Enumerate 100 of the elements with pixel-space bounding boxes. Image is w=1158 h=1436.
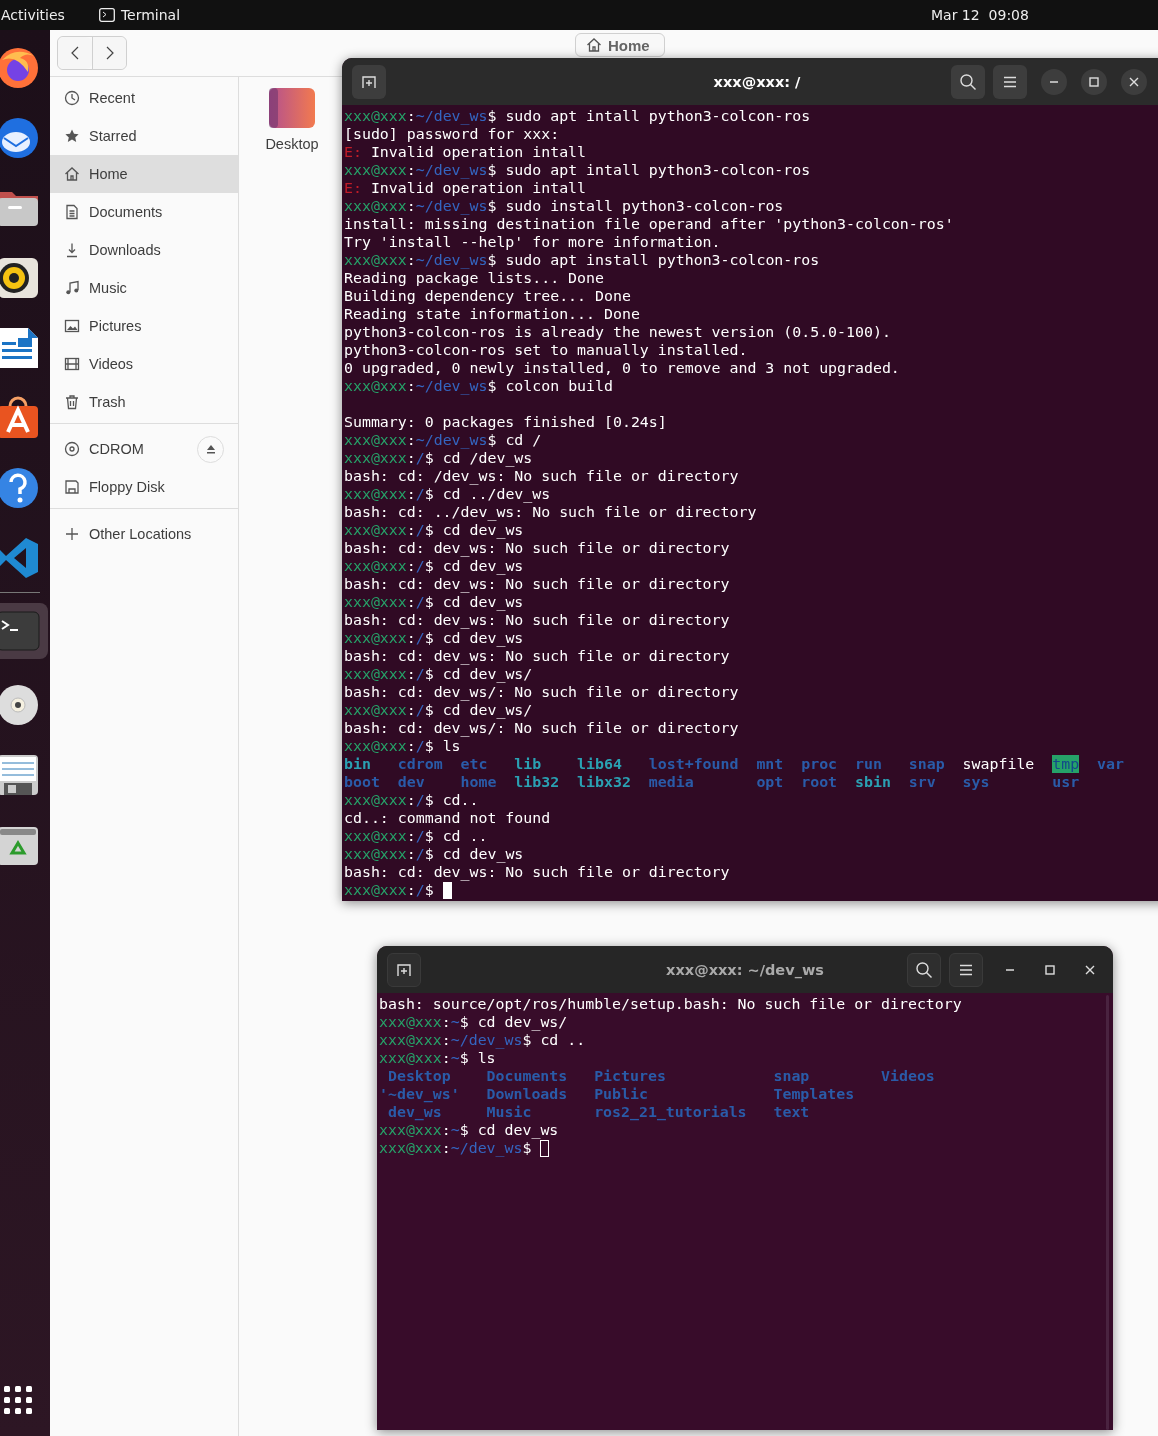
prompt-line: xxx@xxx:/$ [344, 881, 1158, 899]
file-name: swapfile [962, 755, 1035, 773]
new-tab-icon [361, 73, 377, 90]
house-icon [586, 37, 602, 53]
folder-item[interactable]: Desktop [261, 88, 323, 152]
output-line: [sudo] password for xxx: [344, 125, 561, 143]
sidebar-label: Home [89, 166, 128, 182]
film-icon [64, 356, 80, 372]
sidebar-item[interactable]: Downloads [50, 231, 238, 269]
output-line: bash: source/opt/ros/humble/setup.bash: No such file or directory [379, 995, 963, 1013]
file-name: snap [772, 1067, 811, 1085]
sidebar-label: Other Locations [89, 526, 192, 542]
sidebar-label: Videos [89, 356, 134, 372]
file-name: etc [460, 755, 489, 773]
search-icon [959, 72, 977, 91]
error-line: E: Invalid operation intall [344, 143, 588, 161]
sidebar-label: CDROM [89, 441, 144, 457]
download-icon [64, 242, 80, 258]
close-icon [1129, 76, 1139, 87]
file-name: opt [756, 773, 784, 791]
sidebar-label: Downloads [89, 242, 161, 258]
sidebar-item[interactable]: Music [50, 269, 238, 307]
file-name: dev [397, 773, 426, 791]
sidebar-item[interactable]: Starred [50, 117, 238, 155]
file-name: Downloads [485, 1085, 568, 1103]
output-line: install: missing destination file operand after 'python3-colcon-ros' [344, 215, 955, 233]
file-name: text [772, 1103, 811, 1121]
new-tab-button[interactable] [352, 64, 386, 99]
prompt-line: xxx@xxx:/$ cd .. [344, 827, 489, 845]
prompt-line: xxx@xxx:/$ cd ../dev_ws [344, 485, 552, 503]
sidebar-label: Floppy Disk [89, 479, 165, 495]
file-name: sbin [855, 773, 891, 791]
file-name: lib32 [514, 773, 560, 791]
close-button[interactable] [1121, 68, 1147, 95]
search-button[interactable] [951, 64, 985, 99]
new-tab-button[interactable] [387, 952, 421, 987]
prompt-line: xxx@xxx:~/dev_ws$ cd / [344, 431, 543, 449]
app-menu[interactable]: Terminal [98, 7, 181, 23]
maximize-button[interactable] [1081, 68, 1107, 95]
minimize-button[interactable] [1041, 68, 1067, 95]
plus-icon [64, 526, 80, 542]
file-name: proc [801, 755, 838, 773]
output-line: bash: cd: dev_ws/: No such file or directory [344, 683, 740, 701]
menu-button[interactable] [949, 952, 983, 987]
file-name: srv [908, 773, 937, 791]
file-name: '~dev_ws' [379, 1085, 460, 1103]
sidebar-item[interactable]: Trash [50, 383, 238, 421]
file-name: libx32 [577, 773, 631, 791]
file-name: Videos [880, 1067, 935, 1085]
output-line: Reading state information... Done [344, 305, 641, 323]
output-line: python3-colcon-ros set to manually installed. [344, 341, 749, 359]
window-title: xxx@xxx: ~/dev_ws [666, 961, 824, 978]
file-name: lib64 [577, 755, 623, 773]
file-name: bin [344, 755, 372, 773]
output-line: bash: cd: dev_ws: No such file or directory [344, 647, 731, 665]
sidebar-label: Trash [89, 394, 126, 410]
file-name: mnt [756, 755, 784, 773]
output-line: Building dependency tree... Done [344, 287, 632, 305]
output-line: bash: cd: /dev_ws: No such file or directory [344, 467, 740, 485]
bird-envelope-icon [0, 116, 40, 160]
file-name: run [855, 755, 883, 773]
prompt-line: xxx@xxx:~$ ls [379, 1049, 497, 1067]
forward-icon [104, 45, 115, 61]
prompt-line: xxx@xxx:~/dev_ws$ sudo apt install python3-colcon-ros [344, 251, 821, 269]
activities-button[interactable]: Activities [1, 7, 65, 23]
back-icon [70, 45, 80, 61]
file-name: root [801, 773, 838, 791]
house-icon [64, 166, 80, 182]
prompt-line: xxx@xxx:/$ cd.. [344, 791, 480, 809]
file-name: sys [962, 773, 991, 791]
menu-button[interactable] [993, 64, 1027, 99]
file-name: cdrom [397, 755, 443, 773]
output-line: bash: cd: ../dev_ws: No such file or directory [344, 503, 758, 521]
menu-icon [959, 963, 973, 976]
prompt-line: xxx@xxx:~/dev_ws$ [379, 1139, 1111, 1157]
code-editor-icon [0, 536, 40, 580]
file-name: snap [908, 755, 945, 773]
file-name: var [1097, 755, 1124, 773]
output-line: bash: cd: dev_ws: No such file or directory [344, 575, 731, 593]
sidebar-item[interactable]: Other Locations [50, 515, 238, 553]
path-button[interactable]: Home [575, 33, 665, 57]
sidebar-item[interactable]: Floppy Disk [50, 468, 238, 506]
window-title: xxx@xxx: / [713, 73, 801, 90]
help-icon [0, 466, 40, 510]
file-name: home [460, 773, 497, 791]
sidebar-item[interactable]: Pictures [50, 307, 238, 345]
sidebar-item[interactable]: CDROM [50, 430, 238, 468]
sidebar-item[interactable]: Videos [50, 345, 238, 383]
prompt-line: xxx@xxx:/$ cd dev_ws [344, 593, 525, 611]
file-name: media [648, 773, 695, 791]
search-button[interactable] [907, 952, 941, 987]
maximize-icon [1045, 964, 1055, 975]
output-line: Reading package lists... Done [344, 269, 605, 287]
terminal-icon [98, 8, 115, 22]
clock[interactable]: Mar 12 09:08 [931, 7, 1029, 23]
sidebar-item[interactable]: Documents [50, 193, 238, 231]
shopping-bag-icon [0, 396, 40, 440]
sidebar-item[interactable]: Recent [50, 79, 238, 117]
sidebar-item[interactable]: Home [50, 155, 238, 193]
file-name: Documents [485, 1067, 568, 1085]
